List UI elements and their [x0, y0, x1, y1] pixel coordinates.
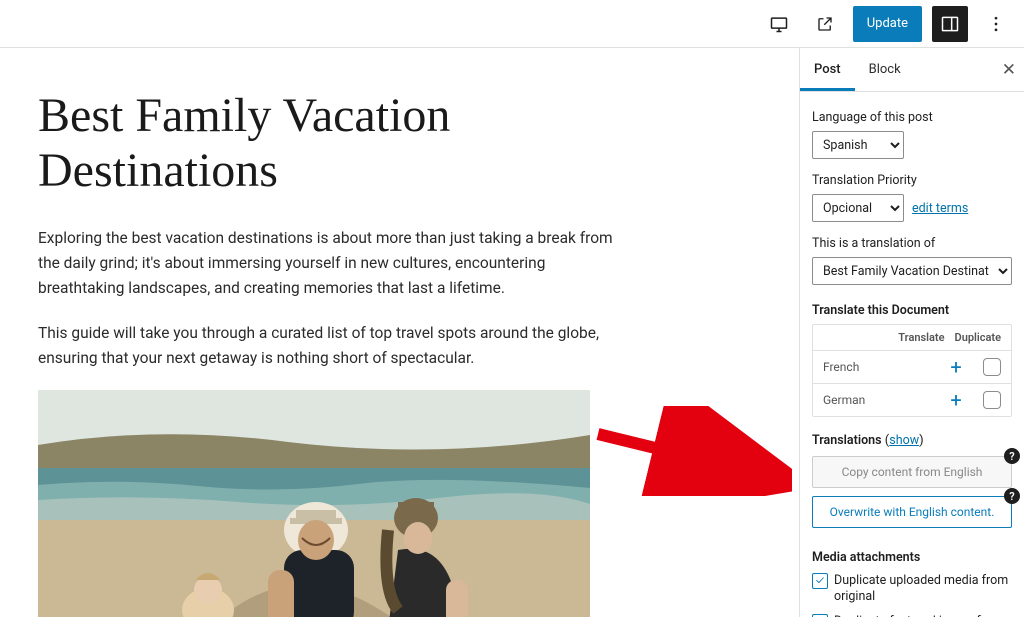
translate-table: Translate Duplicate French + German +	[812, 324, 1012, 417]
translations-label: Translations	[812, 433, 882, 448]
more-options-icon[interactable]	[978, 6, 1014, 42]
table-row: German +	[813, 384, 1011, 416]
copy-content-button: Copy content from English	[812, 456, 1012, 488]
checkbox-label: Duplicate uploaded media from original	[834, 573, 1012, 606]
lang-name: French	[823, 360, 943, 374]
media-attachments-label: Media attachments	[812, 550, 1012, 565]
help-icon[interactable]: ?	[1004, 448, 1020, 464]
checkbox-label: Duplicate featured image from original	[834, 614, 1012, 617]
col-duplicate: Duplicate	[955, 331, 1001, 344]
edit-terms-link[interactable]: edit terms	[912, 201, 968, 216]
tab-block[interactable]: Block	[855, 48, 915, 91]
add-translation-icon[interactable]: +	[943, 357, 969, 377]
col-translate: Translate	[898, 331, 944, 344]
table-row: French +	[813, 351, 1011, 384]
lang-name: German	[823, 393, 943, 407]
language-select[interactable]: Spanish	[812, 131, 904, 159]
translation-of-select[interactable]: Best Family Vacation Destination	[812, 257, 1012, 285]
close-icon[interactable]: ✕	[1002, 60, 1016, 80]
duplicate-featured-checkbox[interactable]: ✓	[812, 614, 828, 617]
update-button[interactable]: Update	[853, 6, 922, 42]
settings-sidebar: Post Block ✕ Language of this post Spani…	[799, 48, 1024, 617]
annotation-arrow-icon	[592, 406, 792, 496]
priority-select[interactable]: Opcional	[812, 194, 904, 222]
overwrite-content-button[interactable]: Overwrite with English content.	[812, 496, 1012, 528]
translate-doc-label: Translate this Document	[812, 303, 1012, 318]
duplicate-checkbox[interactable]	[983, 358, 1001, 376]
duplicate-media-checkbox[interactable]: ✓	[812, 573, 828, 589]
editor-canvas[interactable]: Best Family Vacation Destinations Explor…	[0, 48, 799, 617]
priority-label: Translation Priority	[812, 173, 1012, 188]
preview-desktop-icon[interactable]	[761, 6, 797, 42]
translation-of-label: This is a translation of	[812, 236, 1012, 251]
top-toolbar: Update	[0, 0, 1024, 48]
featured-image[interactable]	[38, 390, 590, 617]
add-translation-icon[interactable]: +	[943, 390, 969, 410]
settings-panel-toggle-icon[interactable]	[932, 6, 968, 42]
sidebar-tabs: Post Block ✕	[800, 48, 1024, 92]
paragraph[interactable]: Exploring the best vacation destinations…	[38, 226, 618, 300]
language-label: Language of this post	[812, 110, 1012, 125]
post-title[interactable]: Best Family Vacation Destinations	[38, 88, 618, 198]
tab-post[interactable]: Post	[800, 48, 855, 91]
help-icon[interactable]: ?	[1004, 488, 1020, 504]
paragraph[interactable]: This guide will take you through a curat…	[38, 321, 618, 371]
duplicate-checkbox[interactable]	[983, 391, 1001, 409]
show-translations-link[interactable]: show	[889, 433, 919, 448]
external-link-icon[interactable]	[807, 6, 843, 42]
